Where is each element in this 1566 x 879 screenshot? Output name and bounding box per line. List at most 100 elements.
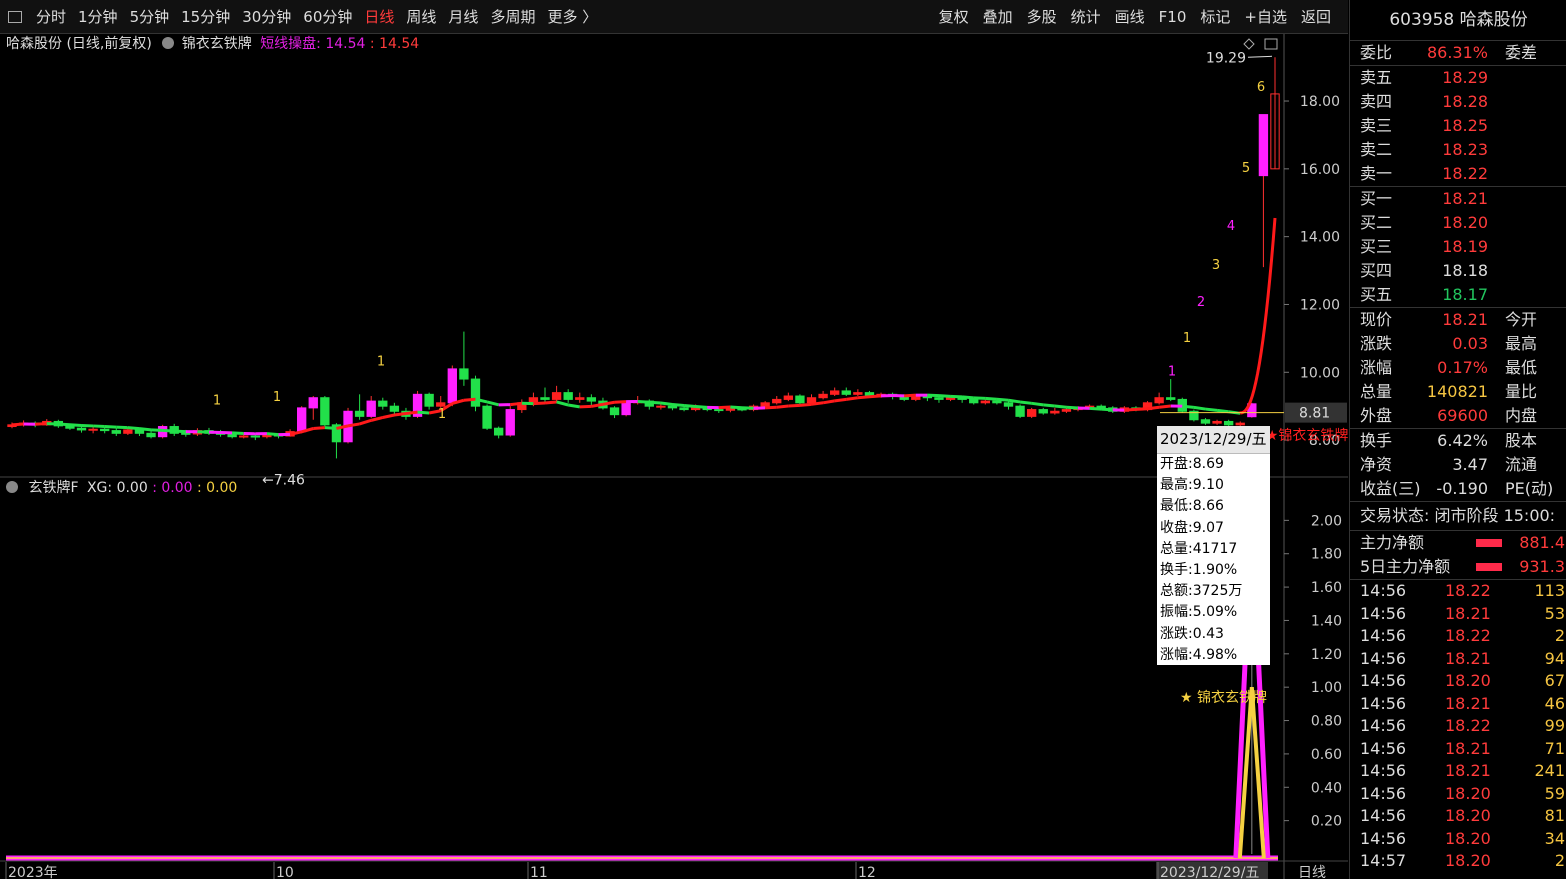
label: 买五 bbox=[1360, 285, 1393, 304]
count-label: 6 bbox=[1257, 80, 1265, 95]
tick-row: 14:56 18.21 94 bbox=[1350, 648, 1566, 671]
candle-body bbox=[297, 407, 307, 433]
tick-volume: 113 bbox=[1534, 581, 1565, 600]
ma-line-segment bbox=[579, 404, 592, 409]
period-tab-2[interactable]: 5分钟 bbox=[124, 6, 176, 27]
flow-row: 主力净额 881.4 bbox=[1350, 531, 1566, 555]
label: 卖四 bbox=[1360, 92, 1393, 111]
label: 总量 bbox=[1360, 382, 1393, 401]
period-tab-8[interactable]: 月线 bbox=[442, 6, 484, 27]
period-tab-9[interactable]: 多周期 bbox=[484, 6, 541, 27]
period-tab-6[interactable]: 日线 bbox=[358, 6, 400, 27]
tool-button-7[interactable]: +自选 bbox=[1237, 6, 1294, 27]
tool-button-3[interactable]: 统计 bbox=[1064, 6, 1108, 27]
label: 卖二 bbox=[1360, 140, 1393, 159]
tick-volume: 94 bbox=[1544, 648, 1565, 668]
candle-body bbox=[1038, 409, 1048, 414]
quote-row: 买二 18.20 bbox=[1350, 211, 1566, 235]
period-tab-0[interactable]: 分时 bbox=[30, 6, 72, 27]
value: 18.21 bbox=[1442, 310, 1488, 329]
period-tab-10[interactable]: 更多 〉 bbox=[541, 6, 603, 27]
ma-line-segment bbox=[567, 403, 581, 409]
tick-volume: 34 bbox=[1544, 828, 1565, 848]
ma-line-segment bbox=[985, 396, 998, 401]
ma-line-segment bbox=[556, 400, 569, 407]
ma-line-segment bbox=[904, 393, 916, 398]
ma-line-segment bbox=[486, 400, 500, 407]
label: 最低 bbox=[1505, 358, 1538, 377]
ma-line-segment bbox=[1205, 407, 1218, 412]
ma-line-segment bbox=[1043, 403, 1055, 408]
count-label: 4 bbox=[1227, 219, 1235, 234]
period-label: 日线 bbox=[1298, 865, 1326, 879]
candle-body bbox=[76, 427, 87, 431]
tick-time: 14:56 bbox=[1360, 761, 1407, 780]
ma-line-segment bbox=[927, 393, 940, 398]
ma-line-segment bbox=[591, 402, 604, 408]
sub-tick-label: 1.00 bbox=[1311, 680, 1342, 696]
ma-line-segment bbox=[174, 429, 186, 434]
toolbar: 分时 1分钟 5分钟 15分钟 30分钟 60分钟 日线 周线 月线 多周期 更多 〉 复权 叠加 多股… bbox=[0, 0, 1348, 34]
candle-body bbox=[123, 429, 133, 434]
stock-header: 603958 哈森股份 bbox=[1350, 0, 1566, 41]
kline-chart: 18.0016.0014.0012.0010.008.002.001.801.6… bbox=[0, 34, 1348, 879]
candle-body bbox=[760, 402, 770, 407]
tick-volume: 46 bbox=[1544, 693, 1565, 713]
tooltip-row: 总量:41717 bbox=[1160, 540, 1238, 557]
candle-body bbox=[354, 410, 365, 417]
ma-line-segment bbox=[846, 396, 859, 401]
quote-row: 涨跌 0.03 最高 bbox=[1350, 332, 1566, 356]
tool-button-5[interactable]: F10 bbox=[1152, 8, 1194, 26]
period-tab-3[interactable]: 15分钟 bbox=[175, 6, 236, 27]
ma-line-segment bbox=[962, 395, 974, 400]
quote-panel: 603958 哈森股份 委比 86.31% 委差 卖五 18.29 卖四 18.28 卖… bbox=[1349, 0, 1566, 879]
ma-line-segment bbox=[973, 396, 986, 400]
tool-button-8[interactable]: 返回 bbox=[1294, 6, 1338, 27]
candle-body bbox=[586, 397, 597, 402]
tool-button-0[interactable]: 复权 bbox=[932, 6, 976, 27]
window-icon[interactable] bbox=[8, 10, 22, 23]
candle-body bbox=[575, 397, 585, 400]
commission-row: 委比 86.31% 委差 bbox=[1350, 41, 1566, 65]
ma-line-segment bbox=[672, 402, 685, 408]
period-tab-4[interactable]: 30分钟 bbox=[236, 6, 297, 27]
value: 69600 bbox=[1437, 406, 1488, 425]
ma-line-segment bbox=[1193, 405, 1206, 411]
candle-body bbox=[725, 408, 736, 411]
tick-price: 18.21 bbox=[1445, 761, 1491, 780]
main-chart-title: 哈森股份 (日线,前复权) 锦衣玄铁牌 短线操盘: 14.54 : 14.54 bbox=[6, 34, 419, 54]
tool-button-6[interactable]: 标记 bbox=[1193, 6, 1237, 27]
tool-button-4[interactable]: 画线 bbox=[1108, 6, 1152, 27]
stock-title: 哈森股份 (日线,前复权) bbox=[6, 36, 152, 52]
ma-line-segment bbox=[614, 400, 627, 404]
ma-line-segment bbox=[266, 432, 279, 437]
sub-toggle-icon[interactable] bbox=[6, 481, 18, 493]
tick-volume: 241 bbox=[1534, 761, 1565, 780]
tool-button-2[interactable]: 多股 bbox=[1020, 6, 1064, 27]
ma-line-segment bbox=[11, 422, 24, 427]
candle-body bbox=[424, 393, 434, 407]
sub-xg: XG: 0.00 bbox=[86, 480, 148, 496]
ma-line-segment bbox=[232, 431, 244, 435]
candle-body bbox=[1061, 409, 1072, 412]
ma-line-segment bbox=[695, 405, 708, 409]
indicator-toggle-icon[interactable] bbox=[162, 37, 175, 49]
value: 140821 bbox=[1426, 382, 1488, 401]
candle-body bbox=[111, 430, 121, 434]
ma-line-segment bbox=[35, 422, 47, 426]
trade-status-text: 交易状态: 闭市阶段 15:00: bbox=[1360, 506, 1556, 525]
label: PE(动) bbox=[1505, 479, 1554, 498]
period-tab-1[interactable]: 1分钟 bbox=[72, 6, 124, 27]
period-tab-5[interactable]: 60分钟 bbox=[297, 6, 358, 27]
candle-body bbox=[447, 368, 457, 404]
ma-line-segment bbox=[162, 428, 175, 433]
candle-body bbox=[563, 392, 573, 400]
candle-body bbox=[551, 392, 562, 400]
tool-button-1[interactable]: 叠加 bbox=[976, 6, 1020, 27]
period-tab-7[interactable]: 周线 bbox=[400, 6, 442, 27]
count-label: 1 bbox=[377, 355, 385, 370]
price-tick-label: 16.00 bbox=[1300, 162, 1340, 178]
ma-curve bbox=[1238, 217, 1277, 415]
candle-body bbox=[1212, 420, 1222, 424]
candle-body bbox=[714, 409, 724, 412]
